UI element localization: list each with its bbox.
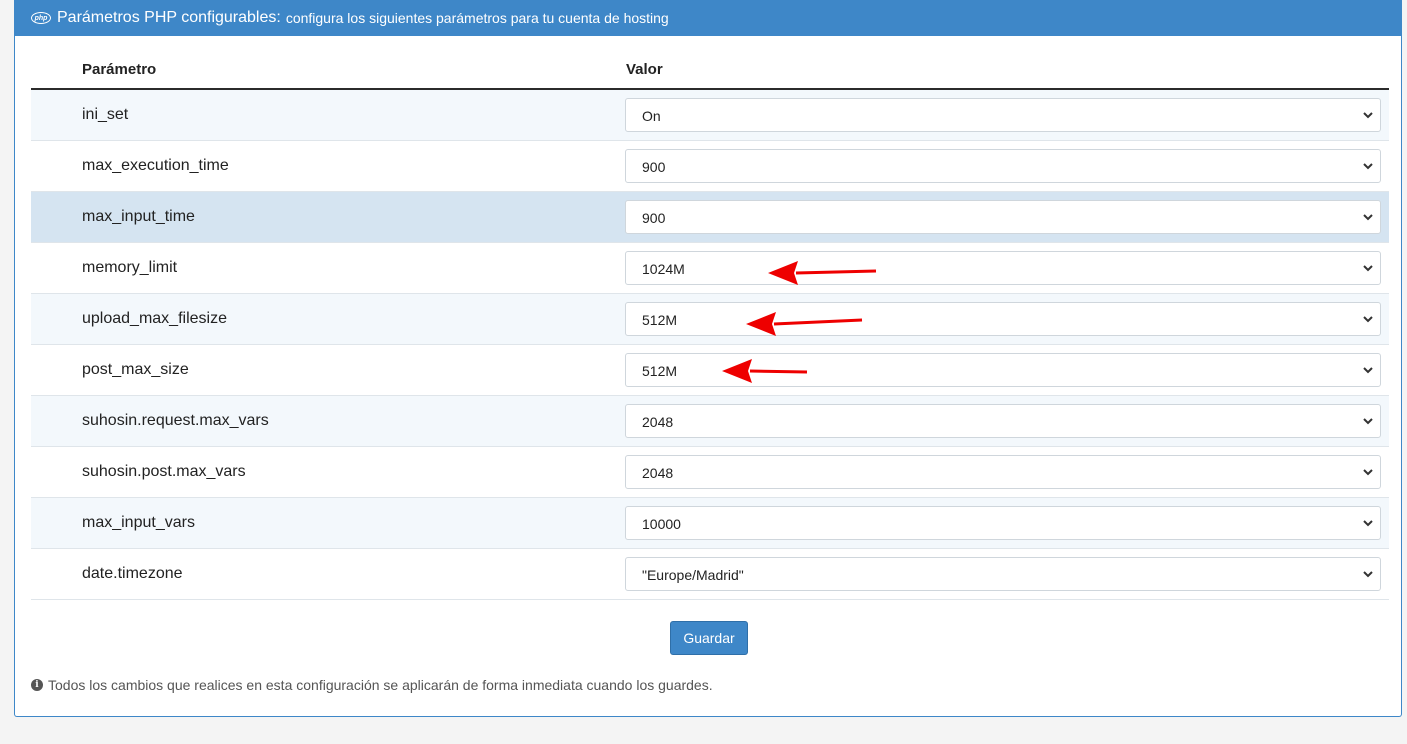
param-label: max_execution_time <box>82 157 229 174</box>
chevron-down-icon <box>1363 367 1373 374</box>
table-row: ini_set On <box>31 90 1389 141</box>
param-value-select[interactable]: 2048 <box>625 455 1381 489</box>
table-row: memory_limit 1024M <box>31 243 1389 294</box>
param-label: post_max_size <box>82 361 189 378</box>
table-row: post_max_size 512M <box>31 345 1389 396</box>
param-value-select[interactable]: "Europe/Madrid" <box>625 557 1381 591</box>
chevron-down-icon <box>1363 469 1373 476</box>
param-label: max_input_time <box>82 208 195 225</box>
selected-value: "Europe/Madrid" <box>642 567 744 583</box>
selected-value: 10000 <box>642 516 681 532</box>
php-logo-icon: php <box>31 12 51 24</box>
table-row: upload_max_filesize 512M <box>31 294 1389 345</box>
php-settings-panel: php Parámetros PHP configurables: config… <box>14 0 1402 717</box>
param-value-select[interactable]: 900 <box>625 149 1381 183</box>
selected-value: 2048 <box>642 465 674 481</box>
chevron-down-icon <box>1363 112 1373 119</box>
table-row: date.timezone "Europe/Madrid" <box>31 549 1389 600</box>
chevron-down-icon <box>1363 265 1373 272</box>
selected-value: 2048 <box>642 414 674 430</box>
param-label: ini_set <box>82 106 129 123</box>
column-header-value: Valor <box>626 61 663 78</box>
param-label: suhosin.request.max_vars <box>82 412 269 429</box>
param-label: upload_max_filesize <box>82 310 227 327</box>
chevron-down-icon <box>1363 316 1373 323</box>
chevron-down-icon <box>1363 418 1373 425</box>
param-value-select[interactable]: On <box>625 98 1381 132</box>
param-value-select[interactable]: 1024M <box>625 251 1381 285</box>
chevron-down-icon <box>1363 520 1373 527</box>
selected-value: 900 <box>642 159 666 175</box>
panel-header: php Parámetros PHP configurables: config… <box>15 0 1401 36</box>
info-circle-icon: i <box>31 679 43 691</box>
table-row: max_execution_time 900 <box>31 141 1389 192</box>
table-row: suhosin.request.max_vars 2048 <box>31 396 1389 447</box>
table-row: max_input_time 900 <box>31 192 1389 243</box>
selected-value: 1024M <box>642 261 685 277</box>
php-params-table: Parámetro Valor ini_set On max_execution… <box>31 44 1389 600</box>
param-value-select[interactable]: 10000 <box>625 506 1381 540</box>
panel-subtitle: configura los siguientes parámetros para… <box>285 10 669 26</box>
save-button[interactable]: Guardar <box>670 621 748 655</box>
param-value-select[interactable]: 900 <box>625 200 1381 234</box>
chevron-down-icon <box>1363 163 1373 170</box>
info-note: i Todos los cambios que realices en esta… <box>31 677 713 693</box>
chevron-down-icon <box>1363 214 1373 221</box>
selected-value: 512M <box>642 312 678 328</box>
panel-title: Parámetros PHP configurables: <box>57 9 281 26</box>
selected-value: On <box>642 108 661 124</box>
info-note-text: Todos los cambios que realices en esta c… <box>48 677 713 693</box>
table-row: max_input_vars 10000 <box>31 498 1389 549</box>
table-row: suhosin.post.max_vars 2048 <box>31 447 1389 498</box>
param-label: max_input_vars <box>82 514 195 531</box>
param-label: suhosin.post.max_vars <box>82 463 246 480</box>
param-value-select[interactable]: 512M <box>625 353 1381 387</box>
param-label: memory_limit <box>82 259 178 276</box>
column-header-param: Parámetro <box>82 61 157 78</box>
param-label: date.timezone <box>82 565 183 582</box>
param-value-select[interactable]: 512M <box>625 302 1381 336</box>
table-header: Parámetro Valor <box>31 44 1389 90</box>
chevron-down-icon <box>1363 571 1373 578</box>
selected-value: 900 <box>642 210 666 226</box>
param-value-select[interactable]: 2048 <box>625 404 1381 438</box>
selected-value: 512M <box>642 363 678 379</box>
